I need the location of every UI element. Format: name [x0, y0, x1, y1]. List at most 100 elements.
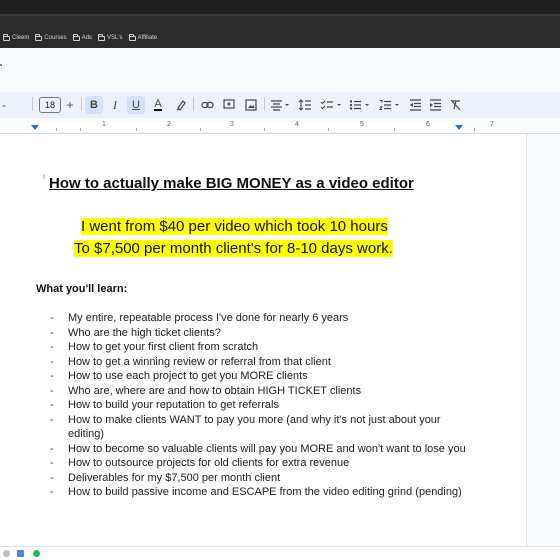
menu-fragment [0, 64, 2, 66]
ruler-number: 7 [490, 121, 494, 128]
ruler-tick [328, 128, 329, 131]
ruler-number: 2 [167, 121, 171, 128]
list-item: How to outsource projects for old client… [50, 456, 470, 471]
document-page[interactable]: I How to actually make BIG MONEY as a vi… [0, 134, 527, 546]
toolbar-divider [32, 97, 33, 111]
toolbar-divider [81, 97, 82, 111]
toolbar-divider [264, 97, 265, 111]
highlighter-icon [176, 100, 186, 111]
list-item: How to become so valuable clients will p… [50, 442, 470, 457]
folder-icon [35, 33, 43, 41]
docs-app-icon[interactable] [17, 550, 24, 557]
ruler-number: 6 [426, 121, 430, 128]
ruler-number: 5 [360, 121, 364, 128]
bookmarks-bar: Cleem Courses Ads VSL's Affiliate [0, 28, 560, 48]
start-icon[interactable] [3, 550, 10, 557]
insert-comment-button[interactable] [220, 96, 238, 114]
bookmark-vsls[interactable]: VSL's [98, 33, 123, 41]
spotify-icon[interactable] [33, 550, 40, 557]
list-item: How to get your first client from scratc… [50, 340, 470, 355]
right-indent-marker[interactable] [455, 125, 463, 130]
list-item: How to build passive income and ESCAPE f… [50, 485, 470, 500]
text-color-icon: A [154, 98, 162, 111]
list-item: How to build your reputation to get refe… [50, 398, 470, 413]
window-top-bar [0, 0, 560, 16]
bulleted-list-icon [349, 100, 369, 110]
folder-icon [98, 33, 106, 41]
font-size-value: 18 [39, 97, 61, 113]
bookmark-affiliate[interactable]: Affiliate [128, 33, 157, 41]
taskbar [0, 546, 560, 560]
ruler-number: 3 [230, 121, 234, 128]
underline-button[interactable]: U [127, 96, 145, 114]
align-center-icon [271, 100, 289, 111]
ruler-tick [474, 128, 475, 131]
horizontal-ruler: 1 2 3 4 5 6 7 [0, 120, 560, 134]
list-item: How to make clients WANT to pay you more… [50, 413, 470, 442]
folder-icon [72, 33, 80, 41]
checklist-icon [320, 100, 341, 110]
insert-image-button[interactable] [242, 96, 260, 114]
bookmark-ads[interactable]: Ads [72, 33, 93, 41]
learning-list: My entire, repeatable process I've done … [50, 311, 470, 500]
italic-button[interactable]: I [107, 96, 123, 114]
increase-indent-icon [429, 99, 441, 111]
image-icon [245, 99, 257, 111]
ruler-tick [136, 128, 137, 131]
insert-link-button[interactable] [198, 96, 216, 114]
list-item: Deliverables for my $7,500 per month cli… [50, 471, 470, 486]
ruler-content-area [34, 122, 460, 132]
decrease-font-size-button[interactable]: - [0, 96, 8, 114]
list-item: How to use each project to get you MORE … [50, 369, 470, 384]
text-color-button[interactable]: A [150, 96, 166, 114]
bookmark-label: VSL's [107, 35, 123, 41]
decrease-indent-button[interactable] [406, 96, 424, 114]
increase-indent-button[interactable] [426, 96, 444, 114]
highlight-color-button[interactable] [172, 96, 190, 114]
line-spacing-icon [298, 99, 311, 111]
font-size-input[interactable]: 18 [38, 96, 62, 114]
left-indent-marker[interactable] [31, 125, 39, 130]
text-cursor-icon: I [43, 174, 45, 181]
bulleted-list-button[interactable] [348, 96, 374, 114]
list-item: Who are the high ticket clients? [50, 326, 470, 341]
italic-icon: I [113, 97, 117, 112]
link-icon [200, 101, 214, 109]
bookmark-courses[interactable]: Courses [35, 33, 67, 41]
section-heading: What you'll learn: [36, 283, 128, 295]
bold-button[interactable]: B [85, 96, 103, 114]
ruler-number: 4 [295, 121, 299, 128]
list-item: Who are, where are and how to obtain HIG… [50, 384, 470, 399]
formatting-toolbar: - 18 + B I U A [0, 92, 560, 118]
bookmark-label: Cleem [12, 35, 30, 41]
browser-strip [0, 16, 560, 28]
highlighted-line-1: I went from $40 per video which took 10 … [81, 218, 388, 235]
comment-icon [223, 99, 235, 109]
toolbar-divider [193, 97, 194, 111]
highlighted-line-2: To $7,500 per month client's for 8-10 da… [74, 240, 393, 257]
decrease-indent-icon [409, 99, 421, 111]
plus-icon: + [66, 98, 74, 112]
bookmark-label: Ads [81, 35, 93, 41]
folder-icon [3, 33, 10, 41]
document-heading: How to actually make BIG MONEY as a vide… [49, 175, 414, 192]
ruler-tick [80, 128, 81, 131]
align-button[interactable] [268, 96, 292, 114]
numbered-list-button[interactable] [378, 96, 404, 114]
list-item: How to get a winning review or referral … [50, 355, 470, 370]
underline-icon: U [132, 99, 140, 111]
numbered-list-icon [379, 100, 399, 110]
clear-formatting-button[interactable] [446, 96, 464, 114]
ruler-tick [56, 128, 57, 131]
ruler-number: 1 [102, 121, 106, 128]
minus-icon: - [2, 98, 6, 112]
increase-font-size-button[interactable]: + [63, 96, 77, 114]
line-spacing-button[interactable] [296, 96, 314, 114]
bookmark-cleem[interactable]: Cleem [3, 33, 30, 41]
ruler-tick [264, 128, 265, 131]
folder-icon [128, 33, 136, 41]
list-item: My entire, repeatable process I've done … [50, 311, 470, 326]
ruler-tick [200, 128, 201, 131]
checklist-button[interactable] [318, 96, 346, 114]
clear-formatting-icon [450, 99, 460, 111]
